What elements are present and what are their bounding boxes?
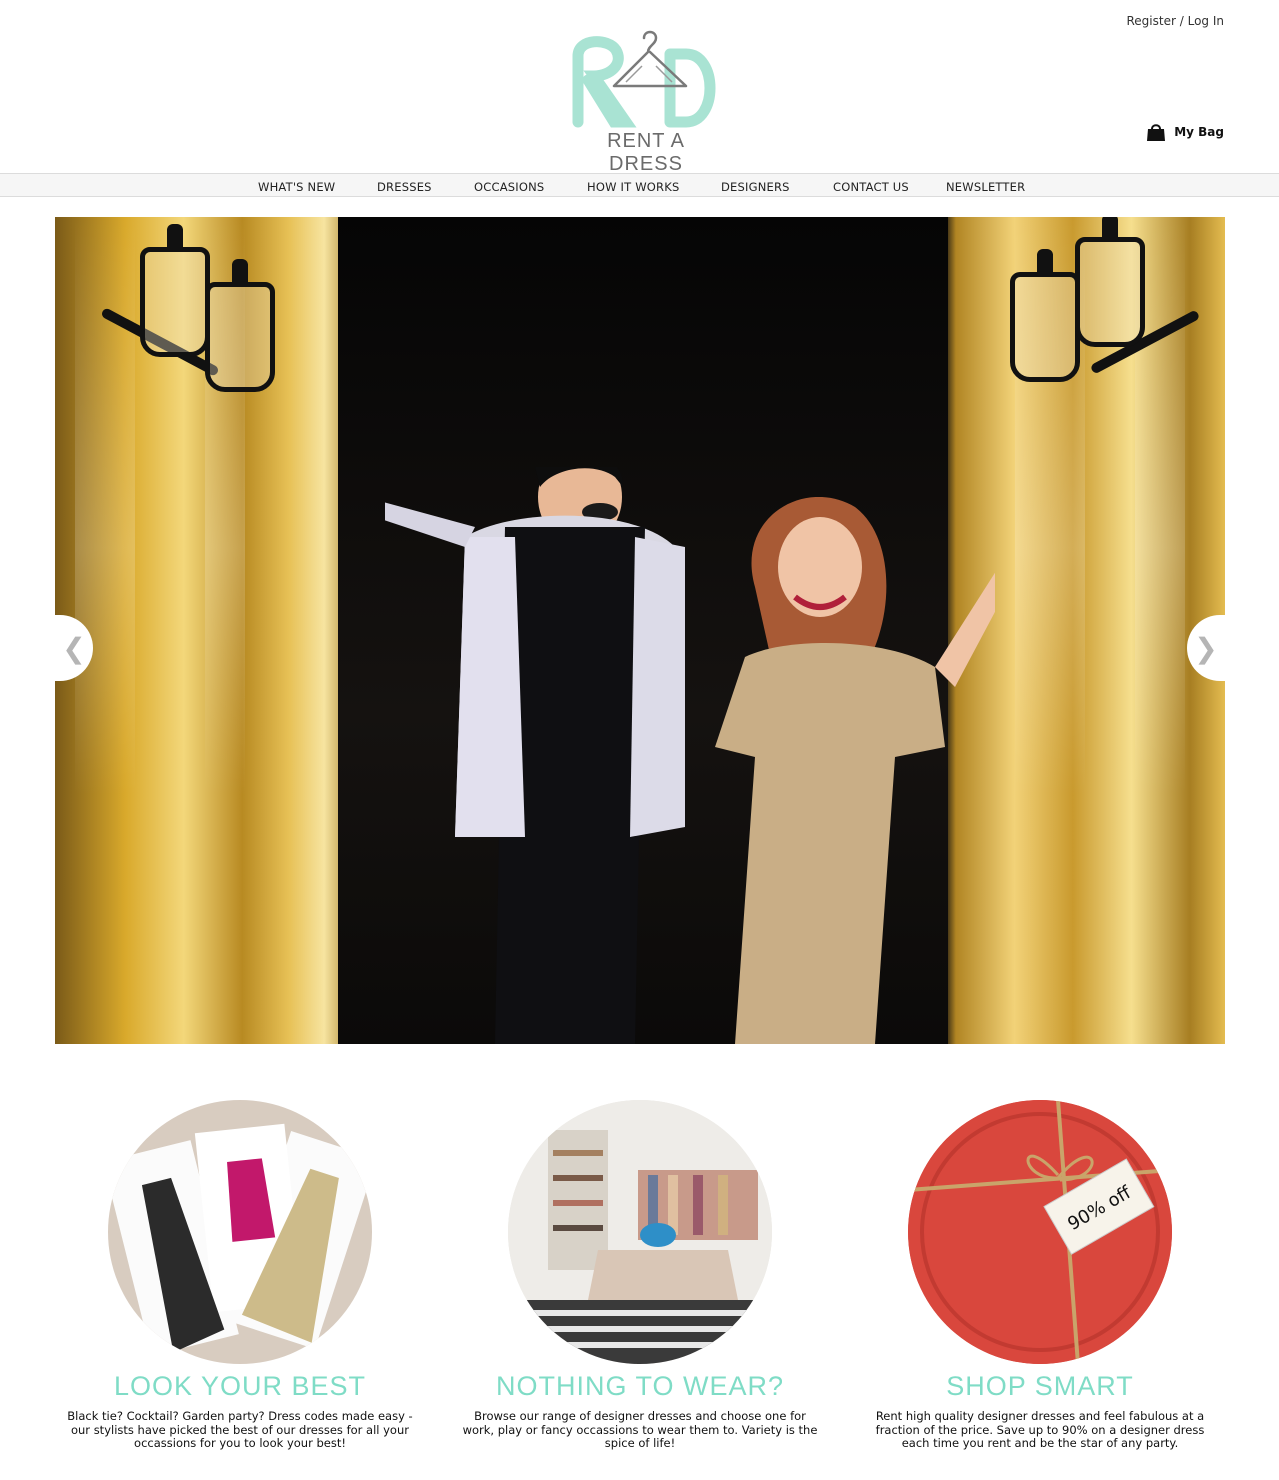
wall-lamp: [1075, 217, 1145, 347]
login-link[interactable]: Log In: [1188, 14, 1224, 28]
feature-title[interactable]: SHOP SMART: [860, 1371, 1220, 1402]
feature-description: Black tie? Cocktail? Garden party? Dress…: [67, 1409, 413, 1450]
gift-box-image[interactable]: 90% off: [908, 1100, 1172, 1364]
dresses-collage-image[interactable]: [108, 1100, 372, 1364]
nav-item-how-it-works[interactable]: HOW IT WORKS: [587, 180, 679, 194]
feature-title[interactable]: LOOK YOUR BEST: [60, 1371, 420, 1402]
woman-figure: [715, 497, 995, 1044]
man-figure: [385, 467, 685, 1044]
wall-lamp: [140, 224, 210, 357]
nav-item-newsletter[interactable]: NEWSLETTER: [946, 180, 1025, 194]
chevron-right-icon: ❯: [1194, 631, 1218, 665]
site-logo[interactable]: RENT A DRESS: [568, 26, 724, 175]
account-links: Register / Log In: [1126, 14, 1224, 28]
logo-wordmark: RENT A DRESS: [607, 130, 685, 175]
walk-in-closet-image[interactable]: [508, 1100, 772, 1364]
logo-hanger-icon: [572, 30, 716, 128]
site-header: Register / Log In RENT A DRESS My Bag: [0, 0, 1279, 175]
hero-slide-image[interactable]: [55, 217, 1225, 1044]
my-bag-button[interactable]: My Bag: [1146, 122, 1224, 142]
closet-illustration: [508, 1100, 772, 1364]
nav-item-contact-us[interactable]: CONTACT US: [833, 180, 909, 194]
feature-description: Browse our range of designer dresses and…: [462, 1409, 818, 1450]
chevron-left-icon: ❮: [62, 631, 86, 665]
wall-lamp: [1010, 249, 1080, 382]
gift-tag-illustration: 90% off: [908, 1100, 1172, 1364]
nav-item-occasions[interactable]: OCCASIONS: [474, 180, 544, 194]
account-separator: /: [1179, 14, 1184, 28]
dress-cards-illustration: [108, 1123, 372, 1356]
feature-title[interactable]: NOTHING TO WEAR?: [460, 1371, 820, 1402]
shopping-bag-icon: [1147, 124, 1166, 141]
nav-item-dresses[interactable]: DRESSES: [377, 180, 432, 194]
main-nav: WHAT'S NEW DRESSES OCCASIONS HOW IT WORK…: [0, 173, 1279, 197]
nav-item-whats-new[interactable]: WHAT'S NEW: [258, 180, 335, 194]
my-bag-label: My Bag: [1174, 125, 1224, 139]
register-link[interactable]: Register: [1126, 14, 1175, 28]
nav-item-designers[interactable]: DESIGNERS: [721, 180, 790, 194]
wall-lamp: [205, 259, 275, 392]
feature-description: Rent high quality designer dresses and f…: [875, 1409, 1205, 1450]
